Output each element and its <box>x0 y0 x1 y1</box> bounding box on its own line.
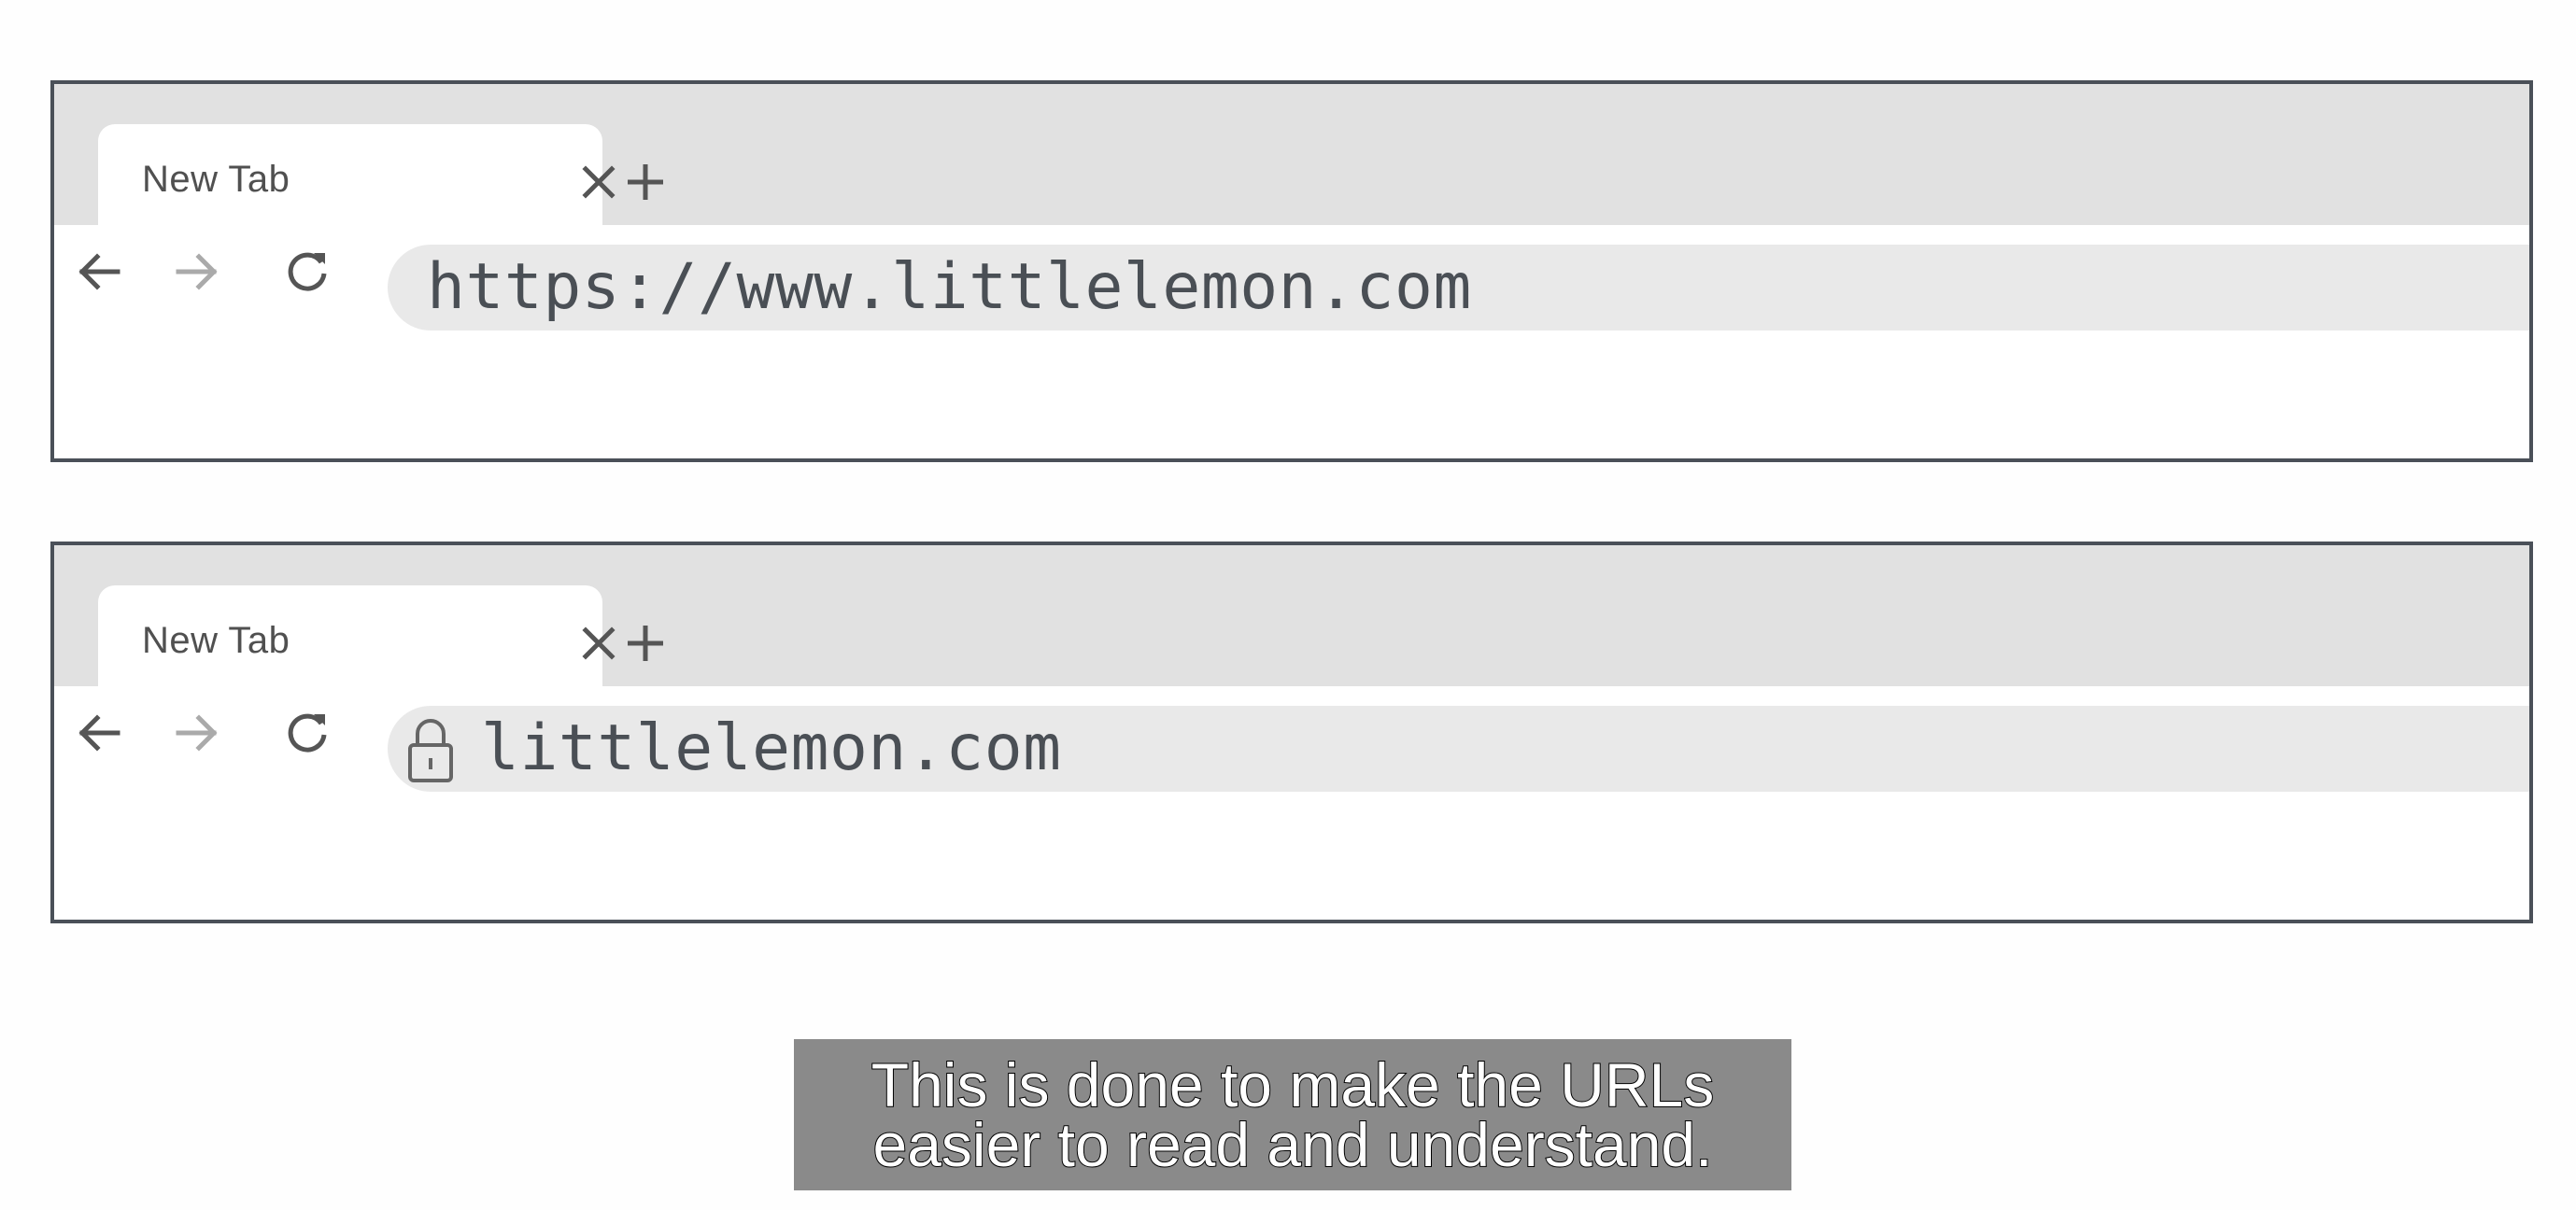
reload-icon[interactable] <box>282 707 334 759</box>
arrow-left-icon[interactable] <box>73 246 125 298</box>
close-icon[interactable] <box>576 160 621 204</box>
close-icon[interactable] <box>576 621 621 666</box>
toolbar: https://www.littlelemon.com <box>54 225 2529 331</box>
browser-window-simplified-url: New Tab littlelemon.com <box>50 542 2533 923</box>
arrow-right-icon[interactable] <box>171 246 223 298</box>
tab-strip: New Tab <box>54 545 2529 690</box>
reload-icon[interactable] <box>282 246 334 298</box>
url-text[interactable]: littlelemon.com <box>481 711 1062 785</box>
tab-title: New Tab <box>142 159 290 200</box>
browser-tab[interactable]: New Tab <box>98 585 616 690</box>
lock-icon[interactable] <box>403 713 459 786</box>
arrow-right-icon[interactable] <box>171 707 223 759</box>
browser-tab[interactable]: New Tab <box>98 124 616 229</box>
address-bar[interactable]: littlelemon.com <box>388 706 2529 792</box>
address-bar[interactable]: https://www.littlelemon.com <box>388 245 2529 331</box>
caption-line-1: This is done to make the URLs <box>870 1050 1715 1119</box>
browser-window-full-url: New Tab https://www.littlelemon.com <box>50 80 2533 462</box>
url-text[interactable]: https://www.littlelemon.com <box>427 250 1472 324</box>
plus-icon[interactable] <box>622 620 669 667</box>
toolbar: littlelemon.com <box>54 686 2529 792</box>
tab-strip: New Tab <box>54 84 2529 229</box>
caption-line-2: easier to read and understand. <box>872 1110 1714 1179</box>
plus-icon[interactable] <box>622 159 669 205</box>
tab-title: New Tab <box>142 620 290 661</box>
arrow-left-icon[interactable] <box>73 707 125 759</box>
subtitle-caption: This is done to make the URLs easier to … <box>794 1039 1791 1190</box>
